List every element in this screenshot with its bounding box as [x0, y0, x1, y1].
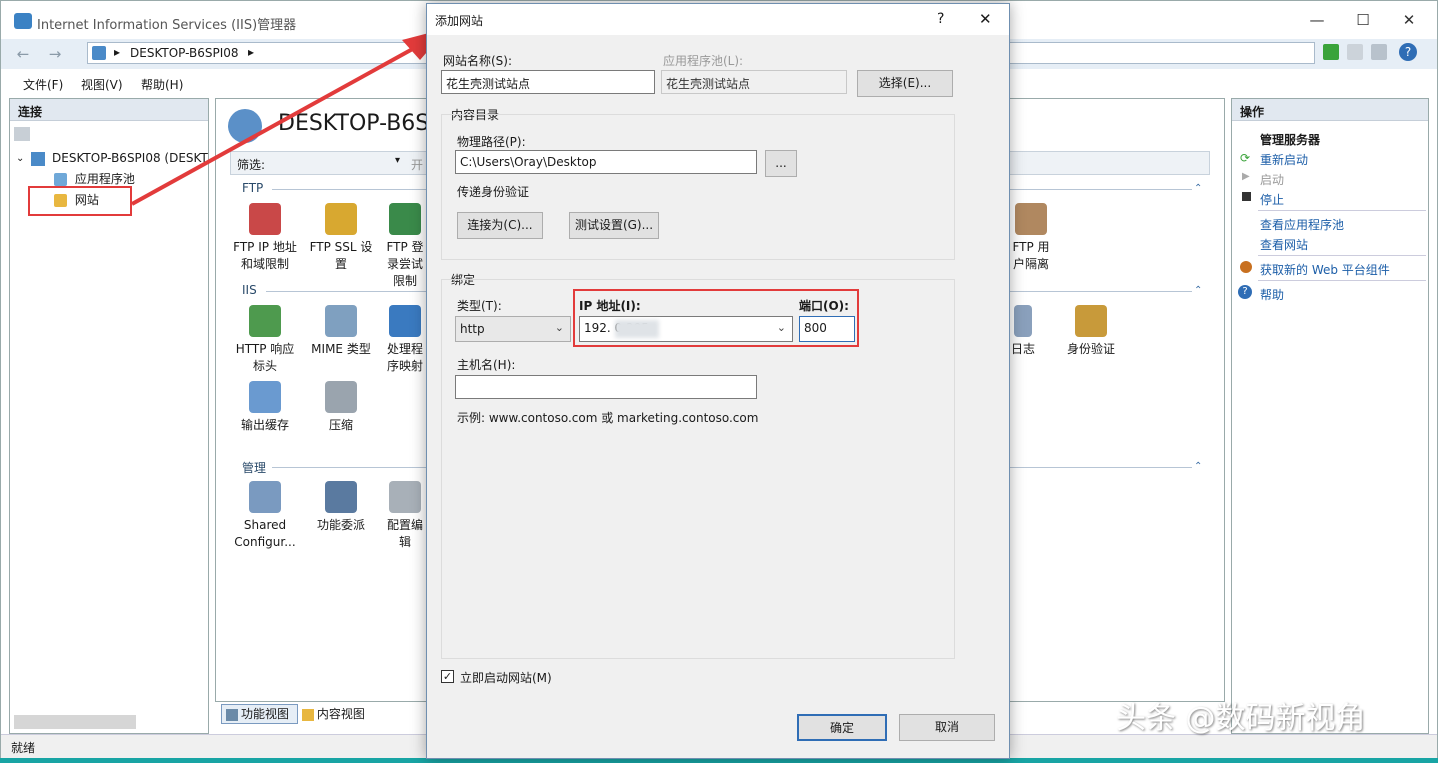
- ip-address-select[interactable]: 192. 0.205 ⌄: [579, 316, 793, 342]
- physical-path-input[interactable]: C:\Users\Oray\Desktop: [455, 150, 757, 174]
- physical-path-label: 物理路径(P):: [457, 135, 526, 149]
- test-settings-button[interactable]: 测试设置(G)...: [569, 212, 659, 239]
- connect-as-button[interactable]: 连接为(C)...: [457, 212, 543, 239]
- hostname-input[interactable]: [455, 375, 757, 399]
- cancel-button[interactable]: 取消: [899, 714, 995, 741]
- dialog-title: 添加网站: [435, 14, 484, 28]
- apppool-label: 应用程序池(L):: [663, 54, 744, 68]
- dialog-help-button[interactable]: ?: [937, 11, 944, 27]
- hostname-label: 主机名(H):: [457, 358, 516, 372]
- chevron-down-icon: ⌄: [554, 321, 564, 334]
- chevron-down-icon: ⌄: [776, 321, 786, 334]
- watermark-text: 头条 @数码新视角: [1116, 701, 1366, 736]
- apppool-field: 花生壳测试站点: [661, 70, 847, 94]
- type-value: http: [460, 322, 485, 336]
- ip-address-label: IP 地址(I):: [579, 299, 641, 313]
- start-now-checkbox[interactable]: ✓: [441, 670, 454, 683]
- ip-redaction-blur: [615, 320, 659, 338]
- site-name-label: 网站名称(S):: [443, 54, 513, 68]
- add-website-dialog: 添加网站 ? ✕ 网站名称(S): 花生壳测试站点 应用程序池(L): 花生壳测…: [426, 3, 1010, 759]
- type-select[interactable]: http ⌄: [455, 316, 571, 342]
- type-label: 类型(T):: [457, 299, 502, 313]
- select-apppool-button[interactable]: 选择(E)...: [857, 70, 953, 97]
- port-input[interactable]: 800: [799, 316, 855, 342]
- site-name-input[interactable]: 花生壳测试站点: [441, 70, 655, 94]
- port-label: 端口(O):: [799, 299, 849, 313]
- dialog-close-button[interactable]: ✕: [979, 10, 992, 28]
- ok-button[interactable]: 确定: [797, 714, 887, 741]
- passthrough-auth-label: 传递身份验证: [457, 185, 530, 199]
- browse-button[interactable]: ...: [765, 150, 797, 177]
- dialog-titlebar: 添加网站 ? ✕: [427, 4, 1009, 35]
- annotation-arrow-line: [131, 44, 419, 206]
- hostname-example: 示例: www.contoso.com 或 marketing.contoso.…: [457, 411, 759, 425]
- start-now-label: 立即启动网站(M): [460, 671, 552, 685]
